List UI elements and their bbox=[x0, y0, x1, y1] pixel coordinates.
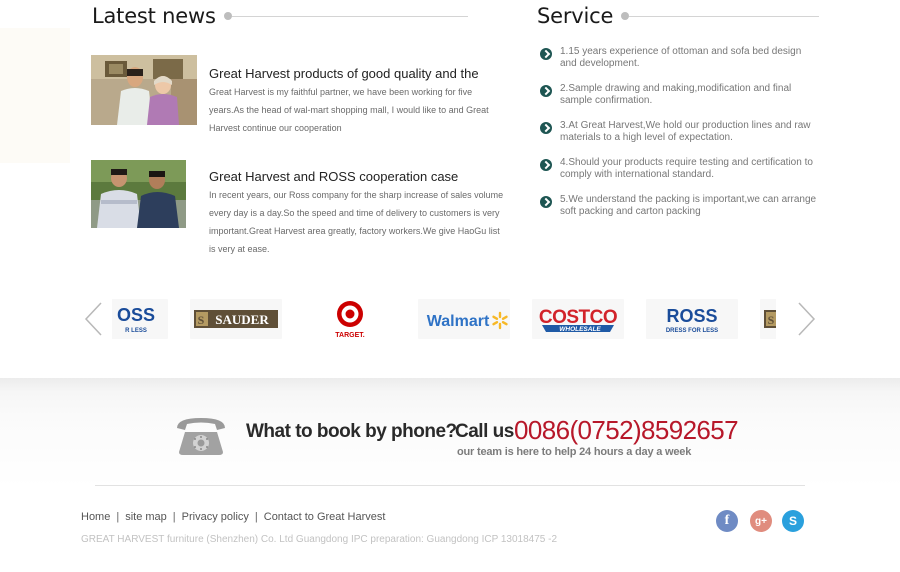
arrow-right-circle-icon bbox=[540, 48, 552, 60]
header-dot bbox=[621, 12, 630, 20]
ross-logo: ROSS DRESS FOR LESS bbox=[666, 306, 718, 334]
arrow-right-circle-icon bbox=[540, 122, 552, 134]
chevron-right-icon bbox=[798, 302, 816, 336]
footer-separator: | bbox=[172, 511, 176, 523]
skype-icon[interactable]: S bbox=[782, 510, 804, 532]
header-rule bbox=[231, 15, 468, 17]
telephone-icon bbox=[173, 414, 229, 456]
latest-news-title: Latest news bbox=[92, 4, 216, 28]
googleplus-icon[interactable]: g+ bbox=[750, 510, 772, 532]
service-item-text: 4.Should your products require testing a… bbox=[560, 157, 813, 180]
call-question: What to book by phone? bbox=[246, 421, 457, 442]
walmart-logo-text: Walmart bbox=[427, 313, 490, 330]
walmart-logo: Walmart bbox=[427, 311, 508, 330]
band-divider bbox=[95, 485, 805, 486]
call-subtext: our team is here to help 24 hours a day … bbox=[457, 446, 692, 458]
ross-logo-tagline: DRESS FOR LESS bbox=[666, 328, 718, 334]
service-item: 5.We understand the packing is important… bbox=[540, 194, 820, 231]
latest-news-header: Latest news bbox=[92, 4, 468, 28]
service-list: 1.15 years experience of ottoman and sof… bbox=[540, 46, 820, 231]
news-title-link[interactable]: Great Harvest products of good quality a… bbox=[209, 66, 509, 81]
ross-logo-tagline: R LESS bbox=[125, 328, 147, 334]
header-rule bbox=[629, 15, 820, 17]
brand-sauder[interactable]: S SAUDER bbox=[190, 299, 282, 339]
brand-ross-partial[interactable]: OSS R LESS bbox=[112, 299, 168, 339]
target-logo: TARGET. bbox=[335, 301, 365, 339]
chevron-left-icon bbox=[84, 302, 102, 336]
copyright-text: GREAT HARVEST furniture (Shenzhen) Co. L… bbox=[81, 534, 558, 545]
footer-separator: | bbox=[254, 511, 258, 523]
svg-text:S: S bbox=[198, 313, 205, 327]
news-summary: Great Harvest is my faithful partner, we… bbox=[209, 87, 489, 133]
target-logo-text: TARGET. bbox=[335, 332, 364, 339]
costco-logo: COSTCO WHOLESALE bbox=[539, 307, 618, 333]
ross-logo-text: ROSS bbox=[666, 306, 717, 326]
footer-link-sitemap[interactable]: site map bbox=[125, 511, 167, 523]
costco-logo-tagline: WHOLESALE bbox=[559, 326, 601, 333]
footer-link-privacy[interactable]: Privacy policy bbox=[182, 511, 249, 523]
call-us-label: Call us bbox=[455, 421, 514, 442]
service-item-text: 3.At Great Harvest,We hold our productio… bbox=[560, 120, 811, 143]
footer-link-contact[interactable]: Contact to Great Harvest bbox=[264, 511, 386, 523]
walmart-spark-icon bbox=[492, 311, 508, 330]
left-panel-tint bbox=[0, 28, 70, 163]
sauder-logo: S bbox=[764, 310, 776, 328]
arrow-right-circle-icon bbox=[540, 159, 552, 171]
service-item-text: 2.Sample drawing and making,modification… bbox=[560, 83, 792, 106]
service-header: Service bbox=[537, 4, 820, 28]
news-thumbnail-photo[interactable] bbox=[91, 160, 186, 228]
svg-text:S: S bbox=[768, 313, 775, 327]
arrow-right-circle-icon bbox=[540, 85, 552, 97]
service-item-text: 5.We understand the packing is important… bbox=[560, 194, 817, 217]
sauder-logo-text: SAUDER bbox=[215, 312, 269, 327]
brand-walmart[interactable]: Walmart bbox=[418, 299, 510, 339]
news-title-link[interactable]: Great Harvest and ROSS cooperation case bbox=[209, 169, 509, 184]
footer-separator: | bbox=[116, 511, 120, 523]
phone-number[interactable]: 0086(0752)8592657 bbox=[514, 415, 739, 446]
service-item-text: 1.15 years experience of ottoman and sof… bbox=[560, 46, 802, 69]
service-item: 4.Should your products require testing a… bbox=[540, 157, 820, 194]
service-item: 1.15 years experience of ottoman and sof… bbox=[540, 46, 820, 83]
brand-costco[interactable]: COSTCO WHOLESALE bbox=[532, 299, 624, 339]
brand-ross[interactable]: ROSS DRESS FOR LESS bbox=[646, 299, 738, 339]
carousel-next-button[interactable] bbox=[796, 302, 816, 336]
news-summary: In recent years, our Ross company for th… bbox=[209, 190, 504, 254]
sauder-logo: S SAUDER bbox=[194, 310, 278, 328]
brand-carousel: OSS R LESS S SAUDER TARGET. Walmart COST… bbox=[112, 297, 776, 341]
service-title: Service bbox=[537, 4, 614, 28]
footer-link-home[interactable]: Home bbox=[81, 511, 110, 523]
ross-logo-text: OSS bbox=[117, 305, 155, 325]
service-item: 2.Sample drawing and making,modification… bbox=[540, 83, 820, 120]
news-thumbnail-photo[interactable] bbox=[91, 55, 197, 125]
brand-sauder-partial[interactable]: S bbox=[760, 299, 776, 339]
service-item: 3.At Great Harvest,We hold our productio… bbox=[540, 120, 820, 157]
costco-logo-text: COSTCO bbox=[539, 307, 617, 328]
facebook-icon[interactable]: f bbox=[716, 510, 738, 532]
news-item[interactable]: Great Harvest products of good quality a… bbox=[91, 55, 511, 145]
brand-target[interactable]: TARGET. bbox=[304, 299, 396, 339]
arrow-right-circle-icon bbox=[540, 196, 552, 208]
ross-logo: OSS R LESS bbox=[117, 305, 155, 334]
news-item[interactable]: Great Harvest and ROSS cooperation case … bbox=[91, 160, 511, 260]
footer-nav: Home | site map | Privacy policy | Conta… bbox=[81, 511, 385, 523]
carousel-prev-button[interactable] bbox=[84, 302, 104, 336]
header-dot bbox=[223, 12, 232, 20]
